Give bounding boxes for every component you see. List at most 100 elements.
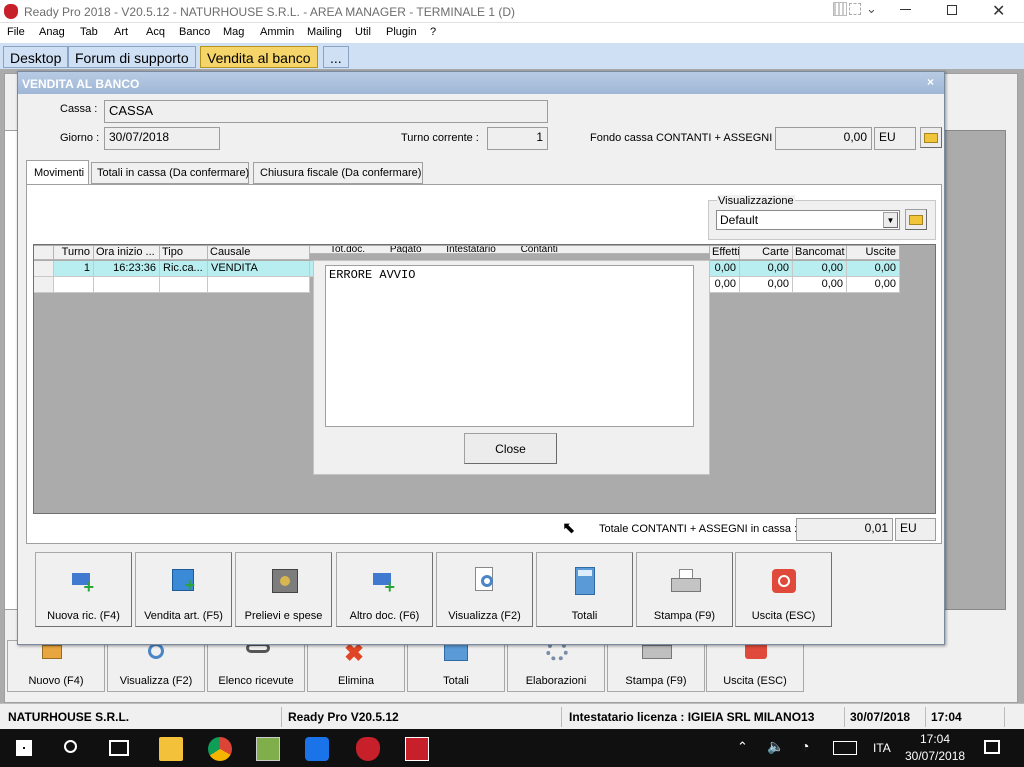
- menu-ammin[interactable]: Ammin: [260, 26, 294, 38]
- volume-icon[interactable]: 🔈: [767, 738, 784, 755]
- menu-util[interactable]: Util: [355, 26, 371, 38]
- teamviewer-icon[interactable]: [305, 737, 329, 761]
- folder-add-icon: [42, 645, 62, 659]
- grid-header-tipo[interactable]: Tipo: [160, 246, 208, 260]
- menu-mag[interactable]: Mag: [223, 26, 244, 38]
- back-stampa-button[interactable]: Stampa (F9): [607, 640, 705, 692]
- menu-banco[interactable]: Banco: [179, 26, 210, 38]
- table-cell-ora[interactable]: 16:23:36: [94, 261, 160, 277]
- subtab-chiusura[interactable]: Chiusura fiscale (Da confermare): [253, 162, 423, 184]
- fullscreen-icon[interactable]: [849, 3, 861, 15]
- back-nuovo-button[interactable]: Nuovo (F4): [7, 640, 105, 692]
- table-cell-bancomat[interactable]: 0,00: [793, 261, 847, 277]
- minimize-button[interactable]: [900, 9, 911, 10]
- back-elimina-button[interactable]: ✖ Elimina: [307, 640, 405, 692]
- select-arrow-icon[interactable]: ▼: [883, 212, 898, 228]
- restore-button[interactable]: [947, 5, 957, 15]
- menu-acq[interactable]: Acq: [146, 26, 165, 38]
- back-totali-button[interactable]: Totali: [407, 640, 505, 692]
- grid-header-turno[interactable]: Turno: [54, 246, 94, 260]
- file-explorer-icon[interactable]: [159, 737, 183, 761]
- menu-plugin[interactable]: Plugin: [386, 26, 417, 38]
- error-close-button[interactable]: Close: [464, 433, 557, 464]
- taskbar-date[interactable]: 30/07/2018: [905, 749, 965, 763]
- menu-art[interactable]: Art: [114, 26, 128, 38]
- status-company: NATURHOUSE S.R.L.: [4, 707, 282, 727]
- close-window-button[interactable]: ✕: [992, 1, 1005, 21]
- visualizzazione-folder-button[interactable]: [905, 209, 927, 230]
- tab-more[interactable]: ...: [323, 46, 349, 68]
- tab-vendita[interactable]: Vendita al banco: [200, 46, 318, 68]
- fondo-field[interactable]: 0,00: [775, 127, 872, 150]
- taskbar-time[interactable]: 17:04: [920, 732, 950, 746]
- status-date: 30/07/2018: [846, 707, 926, 727]
- grid-header-ora[interactable]: Ora inizio ...: [94, 246, 160, 260]
- turno-field[interactable]: 1: [487, 127, 548, 150]
- printer-icon: [670, 567, 701, 595]
- stampa-button[interactable]: Stampa (F9): [636, 552, 733, 627]
- task-view-icon[interactable]: [109, 740, 129, 756]
- notification-icon[interactable]: [984, 740, 1000, 754]
- status-license: Intestatario licenza : IGIEIA SRL MILANO…: [565, 707, 845, 727]
- visualizzazione-select[interactable]: Default: [716, 210, 900, 230]
- tab-desktop[interactable]: Desktop: [3, 46, 69, 68]
- windows-start-icon[interactable]: [16, 740, 32, 756]
- grid-header-bancomat[interactable]: Bancomat: [793, 246, 847, 260]
- uscita-button[interactable]: Uscita (ESC): [735, 552, 832, 627]
- vendita-art-button[interactable]: + Vendita art. (F5): [135, 552, 232, 627]
- table-cell-causale[interactable]: VENDITA: [208, 261, 310, 277]
- prelievi-spese-button[interactable]: Prelievi e spese: [235, 552, 332, 627]
- calculator-app-icon[interactable]: [256, 737, 280, 761]
- chrome-icon[interactable]: [208, 737, 232, 761]
- network-icon[interactable]: ◔: [801, 738, 809, 754]
- table-total-uscite: 0,00: [847, 277, 900, 293]
- search-icon[interactable]: [64, 740, 77, 753]
- menu-help[interactable]: ?: [430, 26, 436, 38]
- subtab-totali[interactable]: Totali in cassa (Da confermare): [91, 162, 249, 184]
- chevron-up-icon[interactable]: ⌃: [737, 739, 748, 755]
- table-cell-uscite[interactable]: 0,00: [847, 261, 900, 277]
- language-indicator[interactable]: ITA: [873, 741, 891, 755]
- grid-view-icon[interactable]: [833, 2, 847, 16]
- tab-forum[interactable]: Forum di supporto: [68, 46, 196, 68]
- back-uscita-button[interactable]: Uscita (ESC): [706, 640, 804, 692]
- menu-anag[interactable]: Anag: [39, 26, 65, 38]
- grid-header-carte[interactable]: Carte: [740, 246, 793, 260]
- grid-header-effetti[interactable]: Effetti: [710, 246, 740, 260]
- altro-doc-button[interactable]: + Altro doc. (F6): [336, 552, 433, 627]
- subtab-movimenti[interactable]: Movimenti: [26, 160, 89, 185]
- chevron-down-icon[interactable]: ⌄: [866, 1, 877, 17]
- app-logo-icon: [4, 4, 18, 19]
- magnifier-icon: [148, 643, 164, 659]
- readypro-icon[interactable]: [356, 737, 380, 761]
- back-elaborazioni-button[interactable]: Elaborazioni: [507, 640, 605, 692]
- totale-field[interactable]: 0,01: [796, 518, 893, 541]
- table-cell-turno[interactable]: 1: [54, 261, 94, 277]
- menu-file[interactable]: File: [7, 26, 25, 38]
- add-document-icon: +: [70, 567, 98, 597]
- table-row-selector[interactable]: [34, 261, 54, 277]
- table-cell-tipo[interactable]: Ric.ca...: [160, 261, 208, 277]
- keyboard-icon[interactable]: [833, 741, 857, 755]
- multimedia-app-icon[interactable]: [405, 737, 429, 761]
- table-cell-empty: [54, 277, 94, 293]
- giorno-field[interactable]: 30/07/2018: [104, 127, 220, 150]
- error-message[interactable]: ERRORE AVVIO: [325, 265, 694, 427]
- grid-header-causale[interactable]: Causale: [208, 246, 310, 260]
- back-visualizza-button[interactable]: Visualizza (F2): [107, 640, 205, 692]
- back-elenco-ricevute-button[interactable]: Elenco ricevute: [207, 640, 305, 692]
- dialog-close-button[interactable]: ×: [927, 75, 934, 89]
- menu-mailing[interactable]: Mailing: [307, 26, 342, 38]
- grid-header-uscite[interactable]: Uscite: [847, 246, 900, 260]
- table-total-bancomat: 0,00: [793, 277, 847, 293]
- visualizza-button[interactable]: Visualizza (F2): [436, 552, 533, 627]
- nuova-ric-button[interactable]: + Nuova ric. (F4): [35, 552, 132, 627]
- fondo-folder-button[interactable]: [920, 127, 942, 148]
- add-document-icon: +: [371, 567, 399, 597]
- fondo-currency: EU: [874, 127, 916, 150]
- cassa-field[interactable]: CASSA: [104, 100, 548, 123]
- table-cell-carte[interactable]: 0,00: [740, 261, 793, 277]
- menu-tab[interactable]: Tab: [80, 26, 98, 38]
- totali-button[interactable]: Totali: [536, 552, 633, 627]
- table-row-selector[interactable]: [34, 277, 54, 293]
